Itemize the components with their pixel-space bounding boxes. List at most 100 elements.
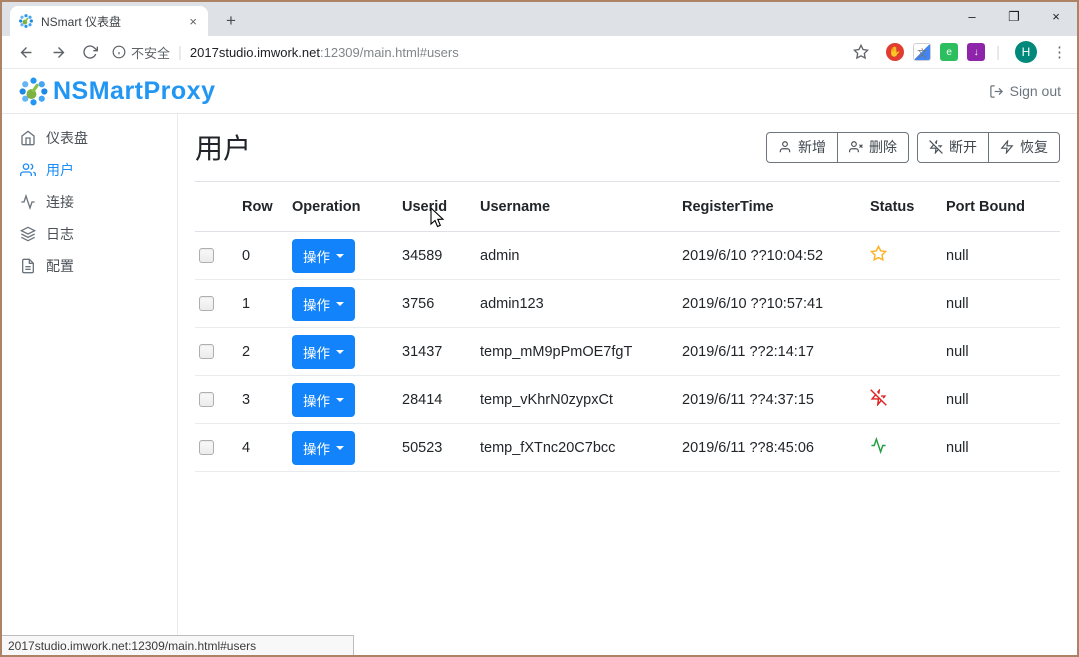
app-header: NSMartProxy Sign out [2,69,1077,114]
status-cell [866,376,942,424]
sidebar-item-dashboard[interactable]: 仪表盘 [2,122,177,154]
operation-label: 操作 [303,438,330,458]
chevron-down-icon [336,446,344,450]
idm-extension-icon[interactable]: ↓ [967,43,985,61]
row-checkbox[interactable] [199,248,214,263]
row-checkbox[interactable] [199,296,214,311]
registertime-cell: 2019/6/11 ??2:14:17 [678,328,866,376]
sidebar-item-connections[interactable]: 连接 [2,186,177,218]
username-cell: temp_mM9pPmOE7fgT [476,328,678,376]
chevron-down-icon [336,302,344,306]
col-row: Row [238,182,288,232]
extension-icons: ✋ 文 e ↓ | H ⋮ [845,39,1069,65]
row-index: 1 [238,280,288,328]
col-username: Username [476,182,678,232]
sidebar-item-logs[interactable]: 日志 [2,218,177,250]
portbound-cell: null [942,328,1060,376]
delete-user-label: 删除 [869,137,897,157]
users-table: Row Operation Userid Username RegisterTi… [195,181,1060,472]
chevron-down-icon [336,254,344,258]
restore-label: 恢复 [1020,137,1048,157]
profile-avatar[interactable]: H [1015,41,1037,63]
row-index: 0 [238,232,288,280]
toolbar-divider: | [996,44,1000,61]
registertime-cell: 2019/6/11 ??8:45:06 [678,424,866,472]
row-checkbox[interactable] [199,440,214,455]
back-icon[interactable] [13,39,39,65]
operation-dropdown-button[interactable]: 操作 [292,335,355,369]
status-bar: 2017studio.imwork.net:12309/main.html#us… [2,635,354,655]
row-index: 3 [238,376,288,424]
home-icon [20,130,36,146]
username-cell: temp_vKhrN0zypxCt [476,376,678,424]
browser-tab[interactable]: NSmart 仪表盘 × [10,6,208,36]
security-label: 不安全 [131,43,170,62]
portbound-cell: null [942,376,1060,424]
activity-icon [20,194,36,210]
portbound-cell: null [942,232,1060,280]
sidebar-item-config[interactable]: 配置 [2,250,177,282]
evernote-extension-icon[interactable]: e [940,43,958,61]
bookmark-star-icon[interactable] [848,39,874,65]
page-title: 用户 [195,127,251,167]
status-cell [866,280,942,328]
action-buttons: 新增 删除 断开 [766,132,1060,163]
minimize-button[interactable]: – [951,2,993,32]
delete-user-button[interactable]: 删除 [838,132,909,163]
restore-button[interactable]: 恢复 [989,132,1060,163]
user-x-icon [849,140,863,154]
add-user-button[interactable]: 新增 [766,132,838,163]
username-cell: admin123 [476,280,678,328]
browser-toolbar: 不安全 | 2017studio.imwork.net:12309/main.h… [2,36,1077,69]
url-path: :12309/main.html#users [320,45,459,60]
layers-icon [20,226,36,242]
adblock-extension-icon[interactable]: ✋ [886,43,904,61]
operation-label: 操作 [303,390,330,410]
operation-label: 操作 [303,342,330,362]
sidebar-item-users[interactable]: 用户 [2,154,177,186]
table-row: 2 操作 31437 temp_mM9pPmOE7fgT 2019/6/11 ?… [195,328,1060,376]
security-chip[interactable]: 不安全 [112,43,170,62]
maximize-button[interactable]: ❐ [993,2,1035,32]
star-icon [870,245,887,262]
translate-extension-icon[interactable]: 文 [913,43,931,61]
close-button[interactable]: × [1035,2,1077,32]
add-user-label: 新增 [798,137,826,157]
disconnect-button[interactable]: 断开 [917,132,989,163]
browser-window: NSmart 仪表盘 × + – ❐ × 不安全 | 2017studio.im… [0,0,1079,657]
sign-out-button[interactable]: Sign out [989,83,1061,99]
sidebar: 仪表盘 用户 连接 日志 配置 [2,114,178,655]
table-row: 3 操作 28414 temp_vKhrN0zypxCt 2019/6/11 ?… [195,376,1060,424]
forward-icon[interactable] [45,39,71,65]
main-content: 用户 新增 删除 [178,114,1077,655]
browser-menu-icon[interactable]: ⋮ [1052,43,1067,61]
url-separator: | [178,44,182,61]
chevron-down-icon [336,398,344,402]
userid-cell: 34589 [398,232,476,280]
url-bar[interactable]: 不安全 | 2017studio.imwork.net:12309/main.h… [112,43,839,62]
sidebar-item-label: 连接 [46,192,74,212]
new-tab-button[interactable]: + [218,11,244,31]
table-header-row: Row Operation Userid Username RegisterTi… [195,182,1060,232]
portbound-cell: null [942,280,1060,328]
sidebar-item-label: 配置 [46,256,74,276]
operation-dropdown-button[interactable]: 操作 [292,287,355,321]
url-host: 2017studio.imwork.net [190,45,320,60]
row-checkbox[interactable] [199,392,214,407]
col-portbound: Port Bound [942,182,1060,232]
operation-dropdown-button[interactable]: 操作 [292,431,355,465]
sidebar-item-label: 仪表盘 [46,128,88,148]
operation-dropdown-button[interactable]: 操作 [292,383,355,417]
row-index: 2 [238,328,288,376]
tab-close-icon[interactable]: × [186,14,200,29]
col-userid: Userid [398,182,476,232]
reload-icon[interactable] [77,39,103,65]
row-checkbox[interactable] [199,344,214,359]
col-status: Status [866,182,942,232]
connection-button-group: 断开 恢复 [917,132,1060,163]
registertime-cell: 2019/6/10 ??10:04:52 [678,232,866,280]
sidebar-item-label: 用户 [46,160,74,180]
userid-cell: 3756 [398,280,476,328]
operation-dropdown-button[interactable]: 操作 [292,239,355,273]
info-icon [112,45,126,59]
